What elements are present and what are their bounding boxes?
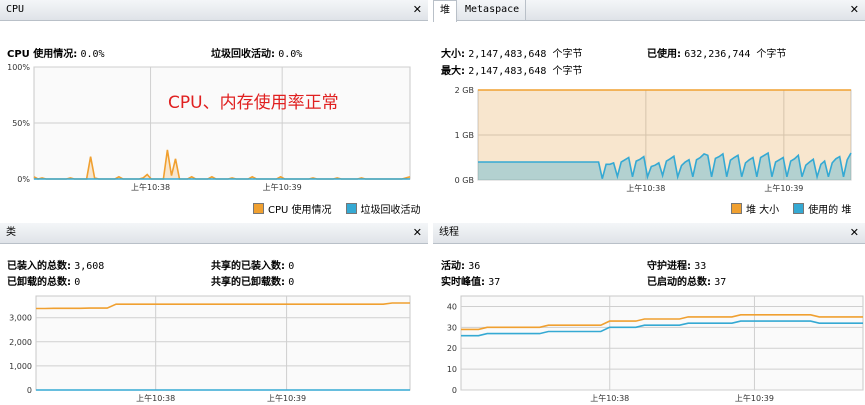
heap-chart: 2 GB 1 GB 0 GB 上午10:38 上午10:39 [455, 86, 852, 193]
x-tick-label: 上午10:39 [267, 393, 306, 403]
heap-used-label: 已使用: [647, 49, 681, 60]
shared-unloaded-stat: 共享的已卸载数: 0 [211, 273, 294, 288]
loaded-label: 已装入的总数: [7, 261, 71, 272]
y-tick-label: 3,000 [9, 314, 32, 323]
x-tick-label: 上午10:39 [263, 182, 302, 192]
y-tick-label: 0 [452, 386, 457, 395]
heap-max-label: 最大: [441, 66, 465, 77]
heap-size-label: 大小: [441, 49, 465, 60]
y-tick-label: 1 GB [455, 131, 474, 140]
live-threads-label: 活动: [441, 261, 465, 272]
heap-used-value: 632,236,744 个字节 [684, 49, 787, 60]
daemon-threads-label: 守护进程: [647, 261, 691, 272]
gc-activity-value: 0.0% [278, 49, 303, 60]
started-threads-label: 已启动的总数: [647, 277, 711, 288]
tab-classes[interactable]: 类 [0, 223, 22, 243]
plot-area [460, 295, 864, 391]
live-threads-stat: 活动: 36 [441, 257, 480, 272]
shared-unloaded-value: 0 [288, 277, 295, 288]
threads-panel: 线程 ✕ 活动: 36 守护进程: 33 实时峰值: 37 已启动的总数: 37… [433, 223, 865, 405]
x-tick-label: 上午10:39 [764, 183, 803, 193]
peak-threads-label: 实时峰值: [441, 277, 485, 288]
y-tick-label: 30 [447, 323, 457, 332]
cpu-tabbar: CPU ✕ [0, 0, 428, 21]
close-icon[interactable]: ✕ [850, 226, 859, 240]
unloaded-label: 已卸载的总数: [7, 277, 71, 288]
close-icon[interactable]: ✕ [850, 3, 859, 17]
started-threads-stat: 已启动的总数: 37 [647, 273, 726, 288]
y-tick-label: 40 [447, 302, 457, 311]
daemon-threads-value: 33 [694, 261, 707, 272]
heap-max-stat: 最大: 2,147,483,648 个字节 [441, 62, 582, 77]
gc-activity-label: 垃圾回收活动: [211, 49, 275, 60]
loaded-stat: 已装入的总数: 3,608 [7, 257, 104, 272]
threads-tabbar: 线程 ✕ [433, 223, 865, 244]
heap-legend: 堆 大小 使用的 堆 [731, 201, 851, 216]
plot-area [35, 295, 411, 391]
legend-label-cpu: CPU 使用情况 [268, 205, 332, 216]
y-tick-label: 100% [7, 63, 30, 72]
x-tick-label: 上午10:38 [131, 182, 170, 192]
y-tick-label: 2 GB [455, 86, 474, 95]
x-tick-label: 上午10:38 [590, 393, 629, 403]
shared-unloaded-label: 共享的已卸载数: [211, 277, 285, 288]
peak-threads-value: 37 [488, 277, 501, 288]
live-threads-value: 36 [468, 261, 481, 272]
peak-threads-stat: 实时峰值: 37 [441, 273, 500, 288]
y-tick-label: 0 [27, 386, 32, 395]
y-tick-label: 0 GB [455, 176, 474, 185]
x-tick-label: 上午10:38 [136, 393, 175, 403]
y-tick-label: 10 [447, 365, 457, 374]
close-icon[interactable]: ✕ [413, 226, 422, 240]
tab-metaspace[interactable]: Metaspace [459, 0, 527, 20]
threads-chart: 40 30 20 10 0 上午10:38 上午10:39 [447, 295, 864, 403]
daemon-threads-stat: 守护进程: 33 [647, 257, 706, 272]
tab-cpu[interactable]: CPU [0, 0, 30, 20]
shared-loaded-label: 共享的已装入数: [211, 261, 285, 272]
legend-label-heap-used: 使用的 堆 [808, 205, 852, 216]
tab-threads[interactable]: 线程 [433, 223, 465, 243]
gc-activity-stat: 垃圾回收活动: 0.0% [211, 45, 302, 60]
close-icon[interactable]: ✕ [413, 3, 422, 17]
annotation-text: CPU、内存使用率正常 [168, 93, 339, 113]
legend-label-gc: 垃圾回收活动 [360, 205, 421, 216]
unloaded-value: 0 [74, 277, 81, 288]
cpu-legend: CPU 使用情况 垃圾回收活动 [253, 201, 421, 216]
heap-size-stat: 大小: 2,147,483,648 个字节 [441, 45, 582, 60]
heap-used-stat: 已使用: 632,236,744 个字节 [647, 45, 786, 60]
memory-tabbar: 堆 Metaspace ✕ [433, 0, 865, 22]
y-tick-label: 1,000 [9, 362, 32, 371]
x-tick-label: 上午10:39 [735, 393, 774, 403]
heap-size-value: 2,147,483,648 个字节 [468, 49, 583, 60]
classes-tabbar: 类 ✕ [0, 223, 428, 244]
classes-chart: 3,000 2,000 1,000 0 上午10:38 上午10:39 [9, 295, 411, 403]
legend-label-heap-size: 堆 大小 [746, 205, 780, 216]
started-threads-value: 37 [714, 277, 727, 288]
cpu-usage-stat: CPU 使用情况: 0.0% [7, 45, 105, 60]
loaded-value: 3,608 [74, 261, 105, 272]
legend-swatch-cpu [253, 203, 264, 214]
shared-loaded-value: 0 [288, 261, 295, 272]
unloaded-stat: 已卸载的总数: 0 [7, 273, 80, 288]
cpu-usage-value: 0.0% [80, 49, 105, 60]
y-tick-label: 0% [17, 175, 30, 184]
cpu-usage-label: CPU 使用情况: [7, 49, 78, 60]
cpu-panel: CPU ✕ CPU 使用情况: 0.0% 垃圾回收活动: 0.0% 100% 50… [0, 0, 428, 218]
heap-max-value: 2,147,483,648 个字节 [468, 66, 583, 77]
cpu-chart: 100% 50% 0% 上午10:38 上午10:39 [7, 63, 411, 192]
classes-panel: 类 ✕ 已装入的总数: 3,608 共享的已装入数: 0 已卸载的总数: 0 共… [0, 223, 428, 405]
y-tick-label: 20 [447, 344, 457, 353]
y-tick-label: 2,000 [9, 338, 32, 347]
x-tick-label: 上午10:38 [626, 183, 665, 193]
legend-swatch-heap-size [731, 203, 742, 214]
legend-swatch-heap-used [793, 203, 805, 214]
memory-panel: 堆 Metaspace ✕ 大小: 2,147,483,648 个字节 已使用:… [433, 0, 865, 218]
shared-loaded-stat: 共享的已装入数: 0 [211, 257, 294, 272]
tab-heap[interactable]: 堆 [433, 0, 457, 22]
y-tick-label: 50% [12, 119, 30, 128]
legend-swatch-gc [345, 203, 357, 214]
